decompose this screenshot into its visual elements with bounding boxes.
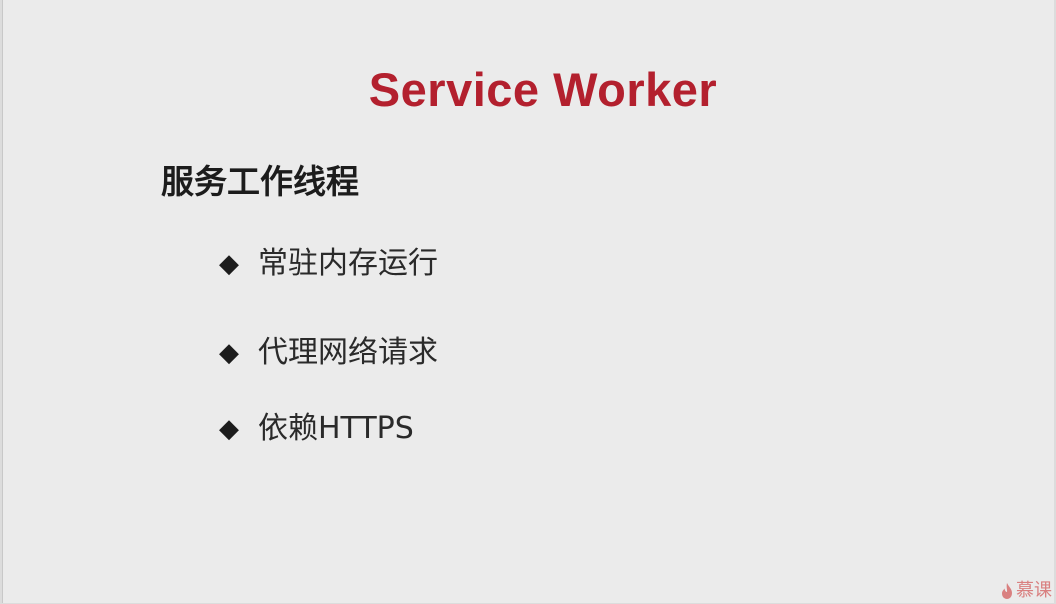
bullet-item: ◆ 常驻内存运行 [219,242,438,286]
flame-icon [1002,583,1012,599]
slide: Service Worker 服务工作线程 ◆ 常驻内存运行 ◆ 代理网络请求 … [2,0,1054,603]
slide-subtitle: 服务工作线程 [161,162,359,201]
diamond-bullet-icon: ◆ [219,338,239,368]
diamond-bullet-icon: ◆ [219,249,239,279]
watermark: 慕课 [1000,580,1052,602]
bullet-text: 依赖HTTPS [258,411,414,446]
watermark-text: 慕课 [1016,580,1052,601]
diamond-bullet-icon: ◆ [219,414,239,444]
bullet-item: ◆ 依赖HTTPS [219,407,414,451]
bullet-text: 代理网络请求 [258,335,438,370]
slide-title: Service Worker [368,63,718,116]
bullet-item: ◆ 代理网络请求 [219,331,438,375]
bullet-text: 常驻内存运行 [258,246,438,281]
